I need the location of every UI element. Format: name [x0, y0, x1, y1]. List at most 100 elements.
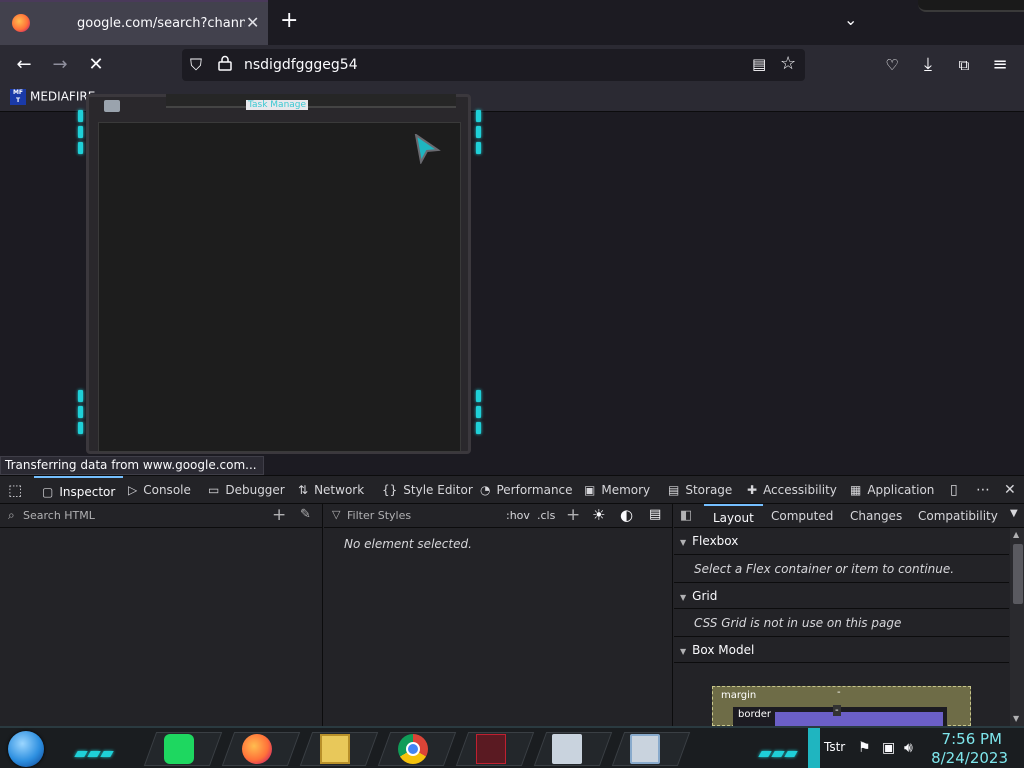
url-bar[interactable]: ⛉ nsdigdfgggeg54 ▤ ☆	[182, 49, 805, 81]
widget-led-strip-br	[476, 390, 482, 438]
volume-icon[interactable]: 🔊︎	[904, 740, 913, 756]
list-all-tabs-chevron-icon[interactable]: ⌄	[844, 10, 857, 29]
gauge-icon: ◔	[480, 483, 491, 497]
reader-view-icon[interactable]: ▤	[752, 55, 766, 73]
tracking-shield-icon[interactable]: ⛉	[190, 55, 202, 75]
print-media-icon[interactable]: ▤	[649, 507, 661, 522]
taskbar-led-right	[758, 742, 799, 757]
add-rule-icon[interactable]: +	[566, 505, 580, 525]
border-top-value[interactable]: -	[833, 705, 841, 716]
collapse-triangle-icon: ▼	[680, 647, 687, 656]
section-label: Flexbox	[692, 534, 739, 548]
margin-top-value[interactable]: -	[837, 687, 841, 698]
network-icon: ⇅	[298, 483, 309, 497]
dark-mode-icon[interactable]: ◐	[620, 506, 633, 524]
tab-console[interactable]: ▷ Console	[128, 476, 191, 504]
cls-toggle[interactable]: .cls	[537, 509, 555, 522]
scrollbar-thumb[interactable]	[1013, 544, 1023, 604]
responsive-design-icon[interactable]: ▯	[950, 476, 958, 504]
layout-tabbar: ◧ Layout Computed Changes Compatibility …	[674, 504, 1024, 528]
stop-loading-icon[interactable]: ✕	[84, 53, 108, 77]
more-options-icon[interactable]: ⋯	[976, 476, 990, 504]
tab-performance[interactable]: ◔ Performance	[480, 476, 573, 504]
collapse-triangle-icon: ▼	[680, 593, 687, 602]
extensions-icon[interactable]: ⧉	[952, 53, 976, 77]
tab-style-editor[interactable]: {} Style Editor	[382, 476, 473, 504]
tab-network[interactable]: ⇅ Network	[298, 476, 364, 504]
grid-note: CSS Grid is not in use on this page	[694, 616, 902, 630]
clock-time[interactable]: 7:56 PM	[930, 730, 1002, 748]
tab-layout[interactable]: Layout	[704, 504, 763, 528]
clock-date[interactable]: 8/24/2023	[930, 749, 1008, 767]
filter-styles-input[interactable]: Filter Styles	[347, 509, 411, 522]
back-arrow-icon[interactable]: ←	[12, 53, 36, 77]
forward-arrow-icon[interactable]: →	[48, 53, 72, 77]
light-mode-icon[interactable]: ☀	[592, 506, 605, 524]
tray-app-label[interactable]: Tstr	[824, 740, 845, 754]
flexbox-section-header[interactable]: ▼ Flexbox	[674, 528, 1009, 555]
widget-title: Task Manage	[246, 100, 309, 110]
tab-accessibility[interactable]: ✚ Accessibility	[747, 476, 837, 504]
grid-section-header[interactable]: ▼ Grid	[674, 582, 1009, 609]
inspector-icon: ▢	[42, 485, 54, 499]
accessibility-icon: ✚	[747, 483, 758, 497]
tab-label: Memory	[601, 483, 651, 497]
pocket-icon[interactable]: ♡	[880, 53, 904, 77]
more-tabs-chevron-icon[interactable]: ▼	[1010, 508, 1018, 519]
layout-scrollbar[interactable]: ▲ ▼	[1010, 528, 1024, 726]
download-icon[interactable]: ⤓	[916, 53, 940, 77]
box-model-border[interactable]: border -	[733, 705, 947, 727]
spotify-notes-icon[interactable]	[164, 734, 194, 764]
margin-label: margin	[721, 690, 757, 701]
menu-hamburger-icon[interactable]: ≡	[988, 53, 1012, 77]
tab-debugger[interactable]: ▭ Debugger	[208, 476, 285, 504]
chrome-icon[interactable]	[398, 734, 428, 764]
tab-label: Accessibility	[763, 483, 837, 497]
box-model-margin[interactable]: margin - border -	[712, 686, 971, 727]
toggle-sidebar-icon[interactable]: ◧	[680, 508, 692, 523]
tab-storage[interactable]: ▤ Storage	[668, 476, 732, 504]
tab-computed[interactable]: Computed	[771, 504, 833, 528]
browser-tab[interactable]: google.com/search?channel=fe ✕	[0, 0, 268, 45]
section-label: Box Model	[692, 643, 755, 657]
add-node-icon[interactable]: +	[272, 505, 286, 525]
debugger-icon: ▭	[208, 483, 220, 497]
show-desktop-button[interactable]	[808, 728, 820, 768]
border-label: border	[738, 709, 772, 720]
search-html-input[interactable]: Search HTML	[23, 509, 95, 522]
close-devtools-icon[interactable]: ✕	[1004, 476, 1016, 504]
new-tab-button[interactable]: +	[280, 8, 298, 33]
eyedropper-icon[interactable]: ✎	[300, 507, 311, 522]
scroll-down-icon[interactable]: ▼	[1013, 714, 1019, 723]
markup-panel: ⌕ Search HTML + ✎	[0, 504, 323, 726]
scroll-up-icon[interactable]: ▲	[1013, 530, 1019, 539]
monitor-app-icon[interactable]	[630, 734, 660, 764]
box-model-section-header[interactable]: ▼ Box Model	[674, 636, 1009, 663]
lock-icon[interactable]	[218, 55, 232, 71]
chip-icon: ▣	[584, 483, 596, 497]
tab-label: Performance	[496, 483, 573, 497]
action-center-flag-icon[interactable]: ⚑	[858, 740, 871, 756]
tab-application[interactable]: ▦ Application	[850, 476, 934, 504]
tab-memory[interactable]: ▣ Memory	[584, 476, 650, 504]
task-manager-widget[interactable]: Task Manage	[76, 88, 484, 458]
tab-compatibility[interactable]: Compatibility	[918, 504, 998, 528]
game-app-icon[interactable]	[476, 734, 506, 764]
element-picker-icon[interactable]: ⬚	[8, 476, 22, 504]
widget-topbar	[166, 94, 456, 108]
monitor-app-icon[interactable]	[552, 734, 582, 764]
devtools-body: ⌕ Search HTML + ✎ ▽ Filter Styles :hov .…	[0, 504, 1024, 727]
bookmark-star-icon[interactable]: ☆	[780, 53, 796, 74]
network-icon[interactable]: ▣	[882, 740, 895, 756]
hov-toggle[interactable]: :hov	[506, 509, 530, 522]
url-text[interactable]: nsdigdfgggeg54	[244, 57, 358, 73]
file-explorer-icon[interactable]	[320, 734, 350, 764]
firefox-icon[interactable]	[242, 734, 272, 764]
tab-strip: google.com/search?channel=fe ✕ + ⌄	[0, 0, 1024, 45]
tab-close-icon[interactable]: ✕	[246, 13, 259, 32]
widget-led-strip-tr	[476, 110, 482, 158]
tab-label: Console	[143, 483, 191, 497]
tab-changes[interactable]: Changes	[850, 504, 902, 528]
start-orb-icon[interactable]	[8, 731, 44, 767]
tab-inspector[interactable]: ▢ Inspector	[34, 476, 124, 504]
